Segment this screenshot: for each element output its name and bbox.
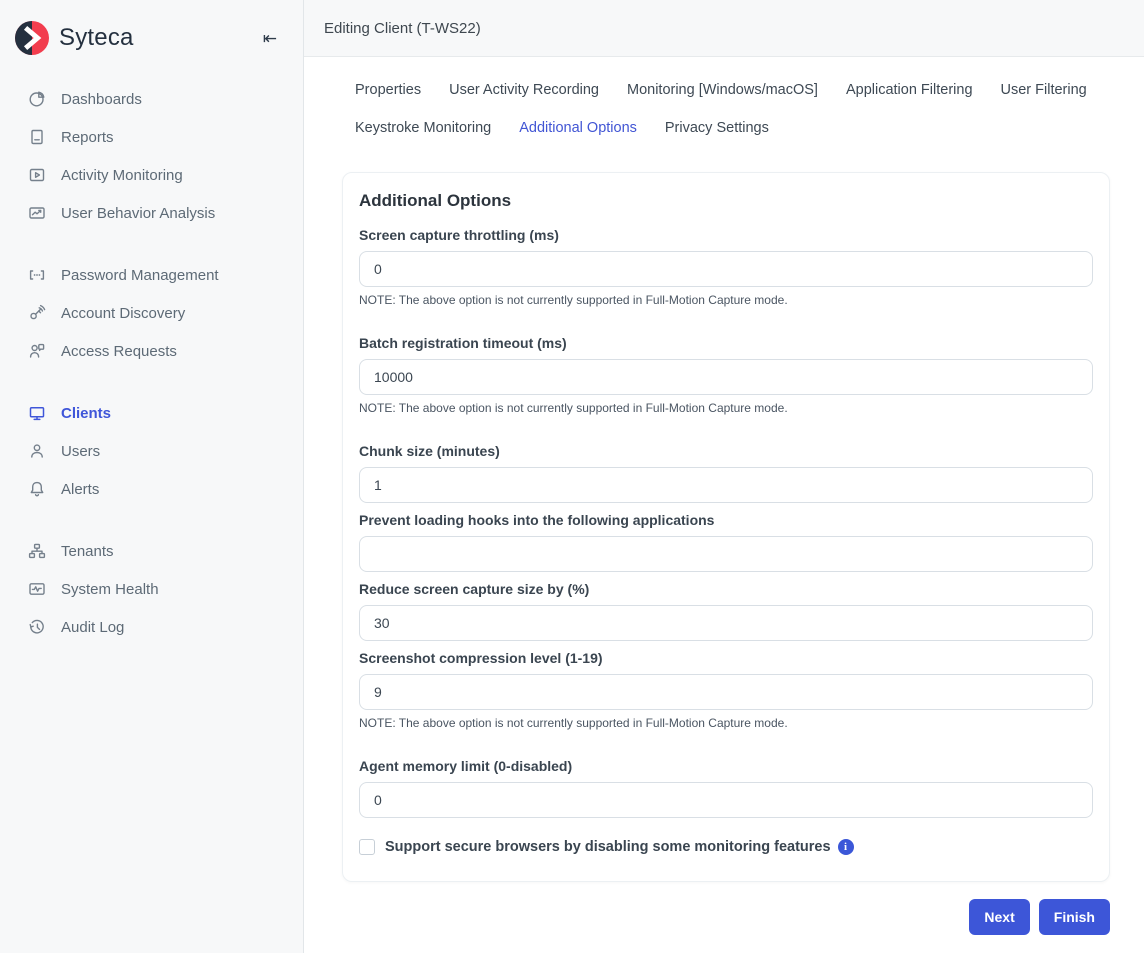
field-agent-memory-limit: Agent memory limit (0-disabled)	[359, 758, 1093, 827]
sidebar-item-account-discovery[interactable]: Account Discovery	[0, 294, 303, 332]
tab-bar: Properties User Activity Recording Monit…	[304, 57, 1144, 147]
sidebar-item-label: Account Discovery	[61, 305, 185, 322]
person-icon	[28, 442, 46, 460]
logo-text: Syteca	[59, 24, 259, 52]
monitor-icon	[28, 404, 46, 422]
nav-group-system: Tenants System Health Audit Log	[0, 532, 303, 646]
sidebar-item-password-management[interactable]: Password Management	[0, 256, 303, 294]
sidebar-item-label: Clients	[61, 405, 111, 422]
sidebar-item-clients[interactable]: Clients	[0, 394, 303, 432]
sidebar-item-label: Alerts	[61, 481, 99, 498]
field-note: NOTE: The above option is not currently …	[359, 293, 1093, 307]
syteca-logo-icon	[14, 20, 50, 56]
nav-group-pam: Password Management Account Discovery Ac…	[0, 256, 303, 370]
main-area: Editing Client (T-WS22) Properties User …	[304, 0, 1144, 953]
field-screen-capture-throttling: Screen capture throttling (ms) NOTE: The…	[359, 227, 1093, 307]
content-area: Additional Options Screen capture thrott…	[304, 147, 1144, 935]
sidebar-item-label: Password Management	[61, 267, 219, 284]
sidebar-item-label: Reports	[61, 129, 114, 146]
tab-row-2: Keystroke Monitoring Additional Options …	[355, 109, 1120, 147]
pie-chart-icon	[28, 90, 46, 108]
sidebar-item-alerts[interactable]: Alerts	[0, 470, 303, 508]
tab-keystroke-monitoring[interactable]: Keystroke Monitoring	[355, 120, 491, 136]
line-chart-icon	[28, 204, 46, 222]
tab-privacy-settings[interactable]: Privacy Settings	[665, 120, 769, 136]
sidebar-item-activity-monitoring[interactable]: Activity Monitoring	[0, 156, 303, 194]
field-label: Screenshot compression level (1-19)	[359, 650, 1093, 666]
sidebar-item-label: Activity Monitoring	[61, 167, 183, 184]
nav-group-entities: Clients Users Alerts	[0, 394, 303, 508]
password-brackets-icon	[28, 266, 46, 284]
tab-user-filtering[interactable]: User Filtering	[1001, 82, 1087, 98]
play-square-icon	[28, 166, 46, 184]
sidebar-item-audit-log[interactable]: Audit Log	[0, 608, 303, 646]
wizard-actions: Next Finish	[342, 899, 1110, 935]
prevent-loading-hooks-input[interactable]	[359, 536, 1093, 572]
reduce-screen-capture-size-input[interactable]	[359, 605, 1093, 641]
field-screenshot-compression-level: Screenshot compression level (1-19) NOTE…	[359, 650, 1093, 730]
page-header: Editing Client (T-WS22)	[304, 0, 1144, 57]
sidebar-item-users[interactable]: Users	[0, 432, 303, 470]
next-button[interactable]: Next	[969, 899, 1029, 935]
field-chunk-size: Chunk size (minutes)	[359, 443, 1093, 512]
sidebar-item-label: Users	[61, 443, 100, 460]
field-batch-registration-timeout: Batch registration timeout (ms) NOTE: Th…	[359, 335, 1093, 415]
person-question-icon	[28, 342, 46, 360]
sidebar-item-label: Tenants	[61, 543, 114, 560]
card-title: Additional Options	[359, 191, 1093, 211]
monitor-pulse-icon	[28, 580, 46, 598]
sidebar-item-access-requests[interactable]: Access Requests	[0, 332, 303, 370]
bell-icon	[28, 480, 46, 498]
sidebar-item-dashboards[interactable]: Dashboards	[0, 80, 303, 118]
sidebar-item-tenants[interactable]: Tenants	[0, 532, 303, 570]
field-label: Screen capture throttling (ms)	[359, 227, 1093, 243]
secure-browsers-checkbox-label: Support secure browsers by disabling som…	[385, 839, 831, 855]
field-note: NOTE: The above option is not currently …	[359, 401, 1093, 415]
sidebar-item-reports[interactable]: Reports	[0, 118, 303, 156]
tab-user-activity-recording[interactable]: User Activity Recording	[449, 82, 599, 98]
nav-group-analytics: Dashboards Reports Activity Monitoring U…	[0, 80, 303, 232]
field-label: Prevent loading hooks into the following…	[359, 512, 1093, 528]
page-title: Editing Client (T-WS22)	[324, 20, 481, 37]
batch-registration-timeout-input[interactable]	[359, 359, 1093, 395]
tab-row-1: Properties User Activity Recording Monit…	[355, 71, 1120, 109]
field-reduce-screen-capture-size: Reduce screen capture size by (%)	[359, 581, 1093, 650]
sidebar-item-system-health[interactable]: System Health	[0, 570, 303, 608]
tab-monitoring-windows-macos[interactable]: Monitoring [Windows/macOS]	[627, 82, 818, 98]
screenshot-compression-level-input[interactable]	[359, 674, 1093, 710]
agent-memory-limit-input[interactable]	[359, 782, 1093, 818]
collapse-sidebar-button[interactable]: ⇤	[259, 28, 281, 49]
key-discovery-icon	[28, 304, 46, 322]
hierarchy-icon	[28, 542, 46, 560]
field-note: NOTE: The above option is not currently …	[359, 716, 1093, 730]
sidebar-item-label: User Behavior Analysis	[61, 205, 215, 222]
sidebar-nav: Dashboards Reports Activity Monitoring U…	[0, 80, 303, 670]
logo-row: Syteca ⇤	[0, 0, 303, 66]
secure-browsers-checkbox-row: Support secure browsers by disabling som…	[359, 839, 1093, 855]
finish-button[interactable]: Finish	[1039, 899, 1110, 935]
sidebar-item-label: Access Requests	[61, 343, 177, 360]
secure-browsers-checkbox[interactable]	[359, 839, 375, 855]
info-icon[interactable]: i	[838, 839, 854, 855]
sidebar-item-label: System Health	[61, 581, 159, 598]
report-document-icon	[28, 128, 46, 146]
sidebar-item-label: Dashboards	[61, 91, 142, 108]
additional-options-card: Additional Options Screen capture thrott…	[342, 172, 1110, 882]
tab-additional-options[interactable]: Additional Options	[519, 120, 637, 136]
sidebar-item-label: Audit Log	[61, 619, 124, 636]
screen-capture-throttling-input[interactable]	[359, 251, 1093, 287]
sidebar: Syteca ⇤ Dashboards Reports Activity M	[0, 0, 304, 953]
field-label: Agent memory limit (0-disabled)	[359, 758, 1093, 774]
sidebar-item-user-behavior-analysis[interactable]: User Behavior Analysis	[0, 194, 303, 232]
tab-properties[interactable]: Properties	[355, 82, 421, 98]
field-prevent-loading-hooks: Prevent loading hooks into the following…	[359, 512, 1093, 581]
history-clock-icon	[28, 618, 46, 636]
chunk-size-input[interactable]	[359, 467, 1093, 503]
field-label: Batch registration timeout (ms)	[359, 335, 1093, 351]
field-label: Chunk size (minutes)	[359, 443, 1093, 459]
field-label: Reduce screen capture size by (%)	[359, 581, 1093, 597]
tab-application-filtering[interactable]: Application Filtering	[846, 82, 973, 98]
